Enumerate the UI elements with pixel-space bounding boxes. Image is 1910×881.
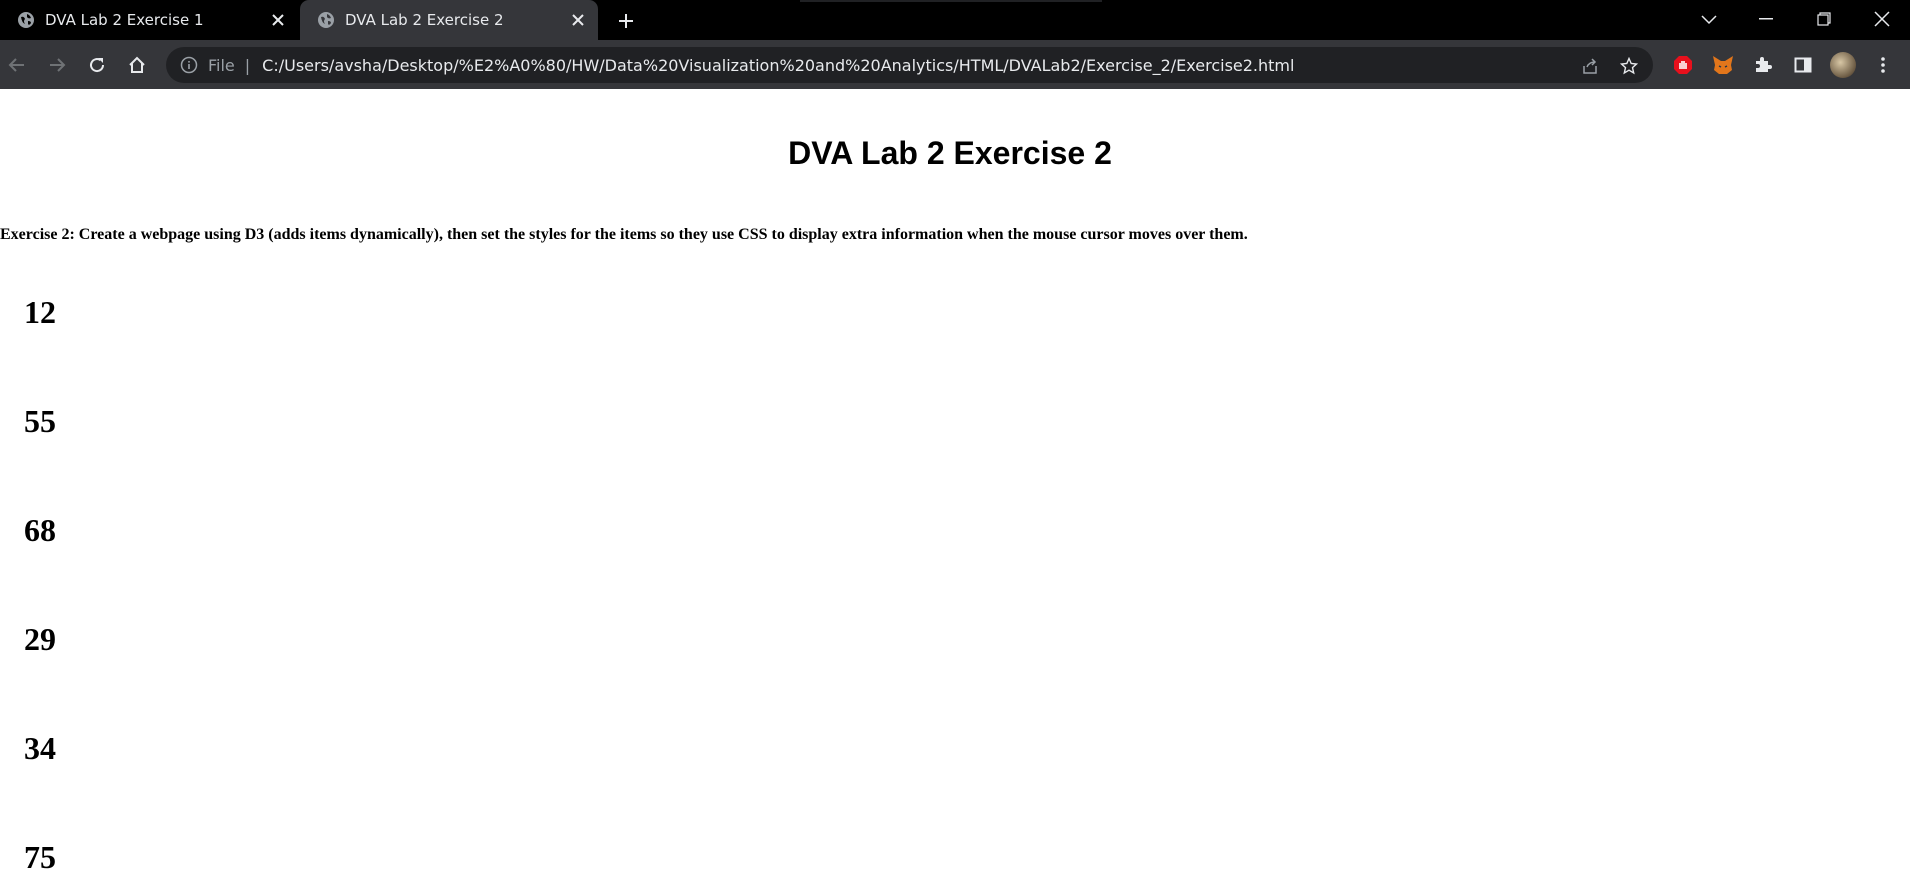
- back-button[interactable]: [4, 52, 30, 78]
- tab-search-button[interactable]: [1697, 8, 1721, 32]
- adblock-extension-button[interactable]: [1670, 52, 1696, 78]
- arrow-left-icon: [8, 58, 24, 72]
- tab-strip-highlight: [800, 0, 1102, 2]
- metamask-extension-button[interactable]: [1710, 52, 1736, 78]
- data-item[interactable]: 34: [24, 730, 56, 767]
- tab-close-icon[interactable]: [268, 10, 288, 30]
- fox-icon: [1713, 56, 1733, 74]
- tab-title: DVA Lab 2 Exercise 2: [345, 11, 504, 29]
- home-button[interactable]: [124, 52, 150, 78]
- side-panel-icon: [1794, 57, 1812, 73]
- arrow-right-icon: [50, 58, 66, 72]
- kebab-menu-icon: [1881, 57, 1885, 73]
- browser-menu-button[interactable]: [1870, 52, 1896, 78]
- exercise-description: Exercise 2: Create a webpage using D3 (a…: [0, 226, 1248, 243]
- data-item[interactable]: 75: [24, 839, 56, 876]
- tab-strip: DVA Lab 2 Exercise 1 DVA Lab 2 Exercise …: [0, 0, 1910, 40]
- chevron-down-icon: [1701, 15, 1717, 25]
- side-panel-button[interactable]: [1790, 52, 1816, 78]
- address-bar[interactable]: File | C:/Users/avsha/Desktop/%E2%A0%80/…: [166, 47, 1653, 83]
- data-item[interactable]: 12: [24, 294, 56, 331]
- profile-button[interactable]: [1830, 52, 1856, 78]
- url-text[interactable]: C:/Users/avsha/Desktop/%E2%A0%80/HW/Data…: [262, 56, 1653, 75]
- data-item[interactable]: 29: [24, 621, 56, 658]
- share-button[interactable]: [1580, 56, 1600, 76]
- scheme-separator: |: [244, 55, 251, 75]
- star-icon: [1620, 57, 1638, 75]
- page-content: DVA Lab 2 Exercise 2 Exercise 2: Create …: [0, 89, 1910, 881]
- bookmark-button[interactable]: [1619, 56, 1639, 76]
- forward-button[interactable]: [44, 52, 70, 78]
- page-title: DVA Lab 2 Exercise 2: [788, 135, 1112, 171]
- scheme-label: File: [208, 55, 235, 75]
- browser-toolbar: File | C:/Users/avsha/Desktop/%E2%A0%80/…: [0, 40, 1910, 89]
- globe-icon: [18, 12, 34, 28]
- tab-exercise-1[interactable]: DVA Lab 2 Exercise 1: [0, 0, 298, 40]
- data-item[interactable]: 68: [24, 512, 56, 549]
- reload-icon: [90, 58, 105, 73]
- plus-icon: [619, 14, 633, 28]
- tab-close-icon[interactable]: [568, 10, 588, 30]
- share-icon: [1583, 58, 1597, 74]
- reload-button[interactable]: [84, 52, 110, 78]
- restore-icon: [1817, 12, 1831, 26]
- restore-button[interactable]: [1796, 0, 1852, 38]
- minimize-icon: [1759, 18, 1773, 20]
- data-item[interactable]: 55: [24, 403, 56, 440]
- new-tab-button[interactable]: [614, 9, 638, 33]
- close-window-button[interactable]: [1854, 0, 1910, 38]
- adblock-icon: [1674, 56, 1692, 74]
- tab-title: DVA Lab 2 Exercise 1: [45, 11, 204, 29]
- info-icon[interactable]: [180, 56, 198, 74]
- puzzle-icon: [1756, 57, 1772, 72]
- close-icon: [1874, 11, 1890, 27]
- globe-icon: [318, 12, 334, 28]
- extensions-button[interactable]: [1750, 52, 1776, 78]
- tab-exercise-2[interactable]: DVA Lab 2 Exercise 2: [300, 0, 598, 40]
- avatar: [1830, 52, 1856, 78]
- minimize-button[interactable]: [1738, 0, 1794, 38]
- home-icon: [129, 56, 145, 73]
